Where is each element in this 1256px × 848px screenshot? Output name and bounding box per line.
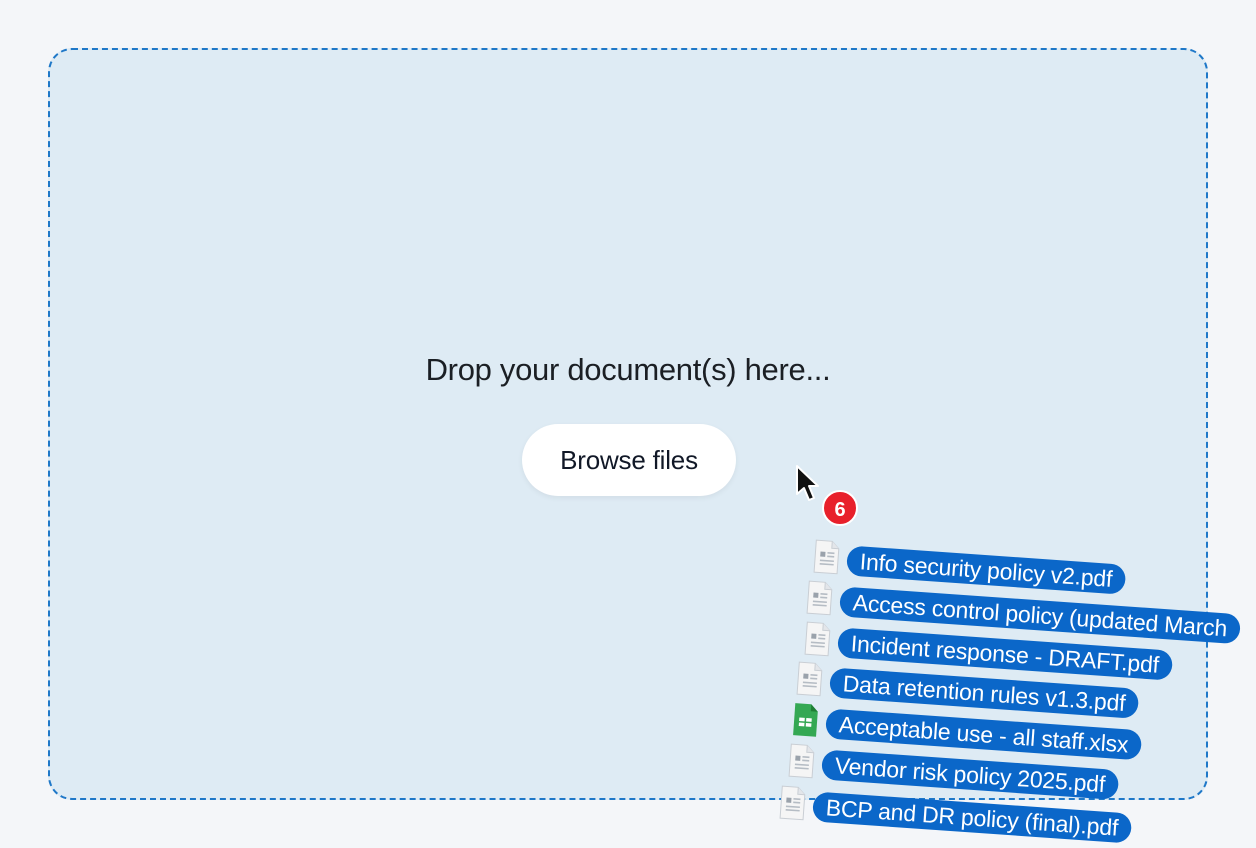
browse-files-button[interactable]: Browse files	[522, 424, 736, 496]
pdf-file-icon	[806, 580, 833, 616]
drop-prompt: Drop your document(s) here...	[425, 352, 831, 387]
pdf-file-icon	[804, 621, 831, 657]
pdf-file-icon	[796, 661, 823, 697]
drag-count-badge: 6	[822, 490, 858, 526]
upload-screen: Drop your document(s) here... Browse fil…	[0, 0, 1256, 848]
spreadsheet-file-icon	[793, 703, 818, 737]
mouse-pointer-icon	[796, 465, 819, 501]
pdf-file-icon	[813, 539, 840, 575]
pdf-file-icon	[788, 743, 815, 779]
pdf-file-icon	[779, 785, 806, 821]
